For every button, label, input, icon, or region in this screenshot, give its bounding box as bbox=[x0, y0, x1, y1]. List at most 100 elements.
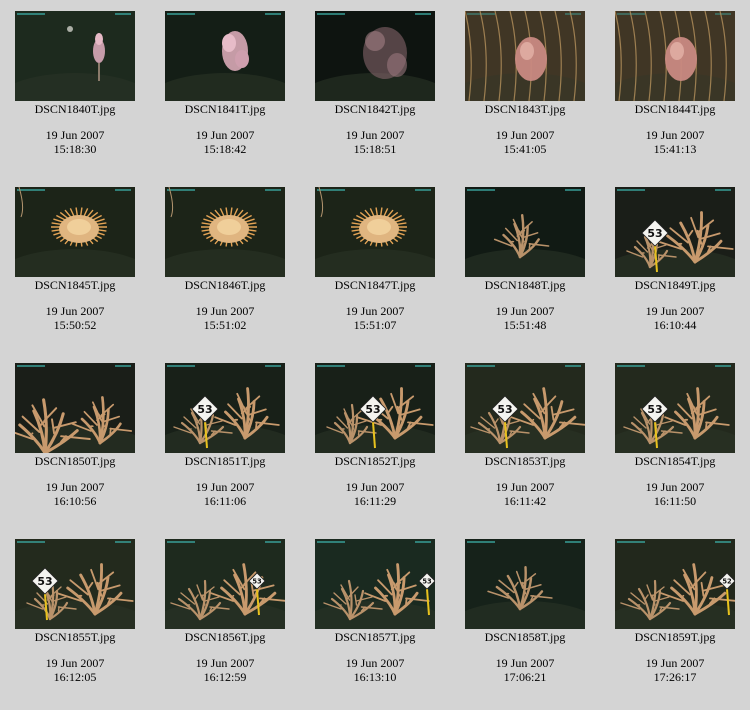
time-label: 15:41:05 bbox=[503, 142, 547, 156]
gallery-item: 53 DSCN1855T.jpg 19 Jun 2007 16:12:05 bbox=[0, 539, 150, 699]
svg-text:52: 52 bbox=[722, 578, 732, 586]
date-label: 19 Jun 2007 bbox=[195, 480, 255, 494]
thumbnail-image[interactable] bbox=[165, 11, 285, 101]
gallery-item: DSCN1846T.jpg 19 Jun 2007 15:51:02 bbox=[150, 187, 300, 347]
date-label: 19 Jun 2007 bbox=[495, 128, 555, 142]
filename-label: DSCN1842T.jpg bbox=[334, 102, 416, 116]
time-label: 15:51:02 bbox=[203, 318, 247, 332]
svg-text:53: 53 bbox=[647, 403, 662, 416]
gallery-item: DSCN1843T.jpg 19 Jun 2007 15:41:05 bbox=[450, 11, 600, 171]
thumbnail-image[interactable] bbox=[465, 187, 585, 277]
time-label: 15:18:42 bbox=[203, 142, 247, 156]
thumbnail-image[interactable] bbox=[15, 363, 135, 453]
gallery-item: DSCN1844T.jpg 19 Jun 2007 15:41:13 bbox=[600, 11, 750, 171]
time-label: 16:11:29 bbox=[353, 494, 397, 508]
gallery-item: 53 DSCN1854T.jpg 19 Jun 2007 16:11:50 bbox=[600, 363, 750, 523]
gallery-item: 53 DSCN1856T.jpg 19 Jun 2007 16:12:59 bbox=[150, 539, 300, 699]
time-label: 16:10:56 bbox=[53, 494, 97, 508]
time-label: 15:51:48 bbox=[503, 318, 547, 332]
filename-label: DSCN1848T.jpg bbox=[484, 278, 566, 292]
thumbnail-image[interactable]: 53 bbox=[615, 187, 735, 277]
filename-label: DSCN1857T.jpg bbox=[334, 630, 416, 644]
thumbnail-image[interactable]: 53 bbox=[615, 363, 735, 453]
date-label: 19 Jun 2007 bbox=[45, 480, 105, 494]
filename-label: DSCN1849T.jpg bbox=[634, 278, 716, 292]
gallery-item: 53 DSCN1857T.jpg 19 Jun 2007 16:13:10 bbox=[300, 539, 450, 699]
filename-label: DSCN1854T.jpg bbox=[634, 454, 716, 468]
filename-label: DSCN1840T.jpg bbox=[34, 102, 116, 116]
thumbnail-image[interactable] bbox=[15, 11, 135, 101]
thumbnail-image[interactable] bbox=[465, 11, 585, 101]
date-label: 19 Jun 2007 bbox=[45, 128, 105, 142]
filename-label: DSCN1859T.jpg bbox=[634, 630, 716, 644]
filename-label: DSCN1853T.jpg bbox=[484, 454, 566, 468]
thumbnail-image[interactable]: 53 bbox=[315, 363, 435, 453]
gallery-item: DSCN1858T.jpg 19 Jun 2007 17:06:21 bbox=[450, 539, 600, 699]
time-label: 17:06:21 bbox=[503, 670, 547, 684]
filename-label: DSCN1851T.jpg bbox=[184, 454, 266, 468]
thumbnail-image[interactable]: 53 bbox=[15, 539, 135, 629]
gallery-item: DSCN1840T.jpg 19 Jun 2007 15:18:30 bbox=[0, 11, 150, 171]
date-label: 19 Jun 2007 bbox=[645, 656, 705, 670]
thumbnail-image[interactable]: 53 bbox=[165, 539, 285, 629]
time-label: 16:12:05 bbox=[53, 670, 97, 684]
gallery-item: DSCN1841T.jpg 19 Jun 2007 15:18:42 bbox=[150, 11, 300, 171]
date-label: 19 Jun 2007 bbox=[45, 304, 105, 318]
filename-label: DSCN1844T.jpg bbox=[634, 102, 716, 116]
thumbnail-image[interactable]: 52 bbox=[615, 539, 735, 629]
time-label: 16:13:10 bbox=[353, 670, 397, 684]
svg-text:53: 53 bbox=[422, 578, 432, 586]
date-label: 19 Jun 2007 bbox=[345, 128, 405, 142]
svg-text:53: 53 bbox=[252, 578, 262, 586]
filename-label: DSCN1852T.jpg bbox=[334, 454, 416, 468]
filename-label: DSCN1846T.jpg bbox=[184, 278, 266, 292]
thumbnail-image[interactable] bbox=[165, 187, 285, 277]
filename-label: DSCN1847T.jpg bbox=[334, 278, 416, 292]
time-label: 15:50:52 bbox=[53, 318, 97, 332]
thumbnail-gallery: DSCN1840T.jpg 19 Jun 2007 15:18:30 DSCN1841… bbox=[0, 0, 750, 710]
time-label: 17:26:17 bbox=[653, 670, 697, 684]
thumbnail-image[interactable] bbox=[465, 539, 585, 629]
gallery-item: DSCN1845T.jpg 19 Jun 2007 15:50:52 bbox=[0, 187, 150, 347]
thumbnail-image[interactable]: 53 bbox=[165, 363, 285, 453]
thumbnail-image[interactable]: 53 bbox=[465, 363, 585, 453]
thumbnail-image[interactable] bbox=[315, 187, 435, 277]
time-label: 16:11:06 bbox=[203, 494, 247, 508]
time-label: 16:11:42 bbox=[503, 494, 547, 508]
gallery-item: 52 DSCN1859T.jpg 19 Jun 2007 17:26:17 bbox=[600, 539, 750, 699]
date-label: 19 Jun 2007 bbox=[45, 656, 105, 670]
svg-text:53: 53 bbox=[647, 227, 662, 240]
time-label: 15:41:13 bbox=[653, 142, 697, 156]
gallery-item: 53 DSCN1849T.jpg 19 Jun 2007 16:10:44 bbox=[600, 187, 750, 347]
filename-label: DSCN1850T.jpg bbox=[34, 454, 116, 468]
filename-label: DSCN1841T.jpg bbox=[184, 102, 266, 116]
time-label: 15:18:30 bbox=[53, 142, 97, 156]
date-label: 19 Jun 2007 bbox=[645, 128, 705, 142]
gallery-item: 53 DSCN1851T.jpg 19 Jun 2007 16:11:06 bbox=[150, 363, 300, 523]
date-label: 19 Jun 2007 bbox=[345, 480, 405, 494]
date-label: 19 Jun 2007 bbox=[345, 304, 405, 318]
date-label: 19 Jun 2007 bbox=[495, 656, 555, 670]
date-label: 19 Jun 2007 bbox=[195, 128, 255, 142]
time-label: 16:11:50 bbox=[653, 494, 697, 508]
date-label: 19 Jun 2007 bbox=[645, 480, 705, 494]
thumbnail-image[interactable] bbox=[315, 11, 435, 101]
date-label: 19 Jun 2007 bbox=[195, 656, 255, 670]
thumbnail-image[interactable] bbox=[15, 187, 135, 277]
date-label: 19 Jun 2007 bbox=[495, 304, 555, 318]
date-label: 19 Jun 2007 bbox=[345, 656, 405, 670]
date-label: 19 Jun 2007 bbox=[645, 304, 705, 318]
time-label: 15:18:51 bbox=[353, 142, 397, 156]
date-label: 19 Jun 2007 bbox=[495, 480, 555, 494]
thumbnail-image[interactable] bbox=[615, 11, 735, 101]
gallery-item: DSCN1847T.jpg 19 Jun 2007 15:51:07 bbox=[300, 187, 450, 347]
time-label: 15:51:07 bbox=[353, 318, 397, 332]
thumbnail-image[interactable]: 53 bbox=[315, 539, 435, 629]
svg-text:53: 53 bbox=[37, 575, 52, 588]
gallery-item: 53 DSCN1853T.jpg 19 Jun 2007 16:11:42 bbox=[450, 363, 600, 523]
filename-label: DSCN1856T.jpg bbox=[184, 630, 266, 644]
gallery-item: DSCN1842T.jpg 19 Jun 2007 15:18:51 bbox=[300, 11, 450, 171]
svg-text:53: 53 bbox=[497, 403, 512, 416]
time-label: 16:10:44 bbox=[653, 318, 697, 332]
filename-label: DSCN1845T.jpg bbox=[34, 278, 116, 292]
